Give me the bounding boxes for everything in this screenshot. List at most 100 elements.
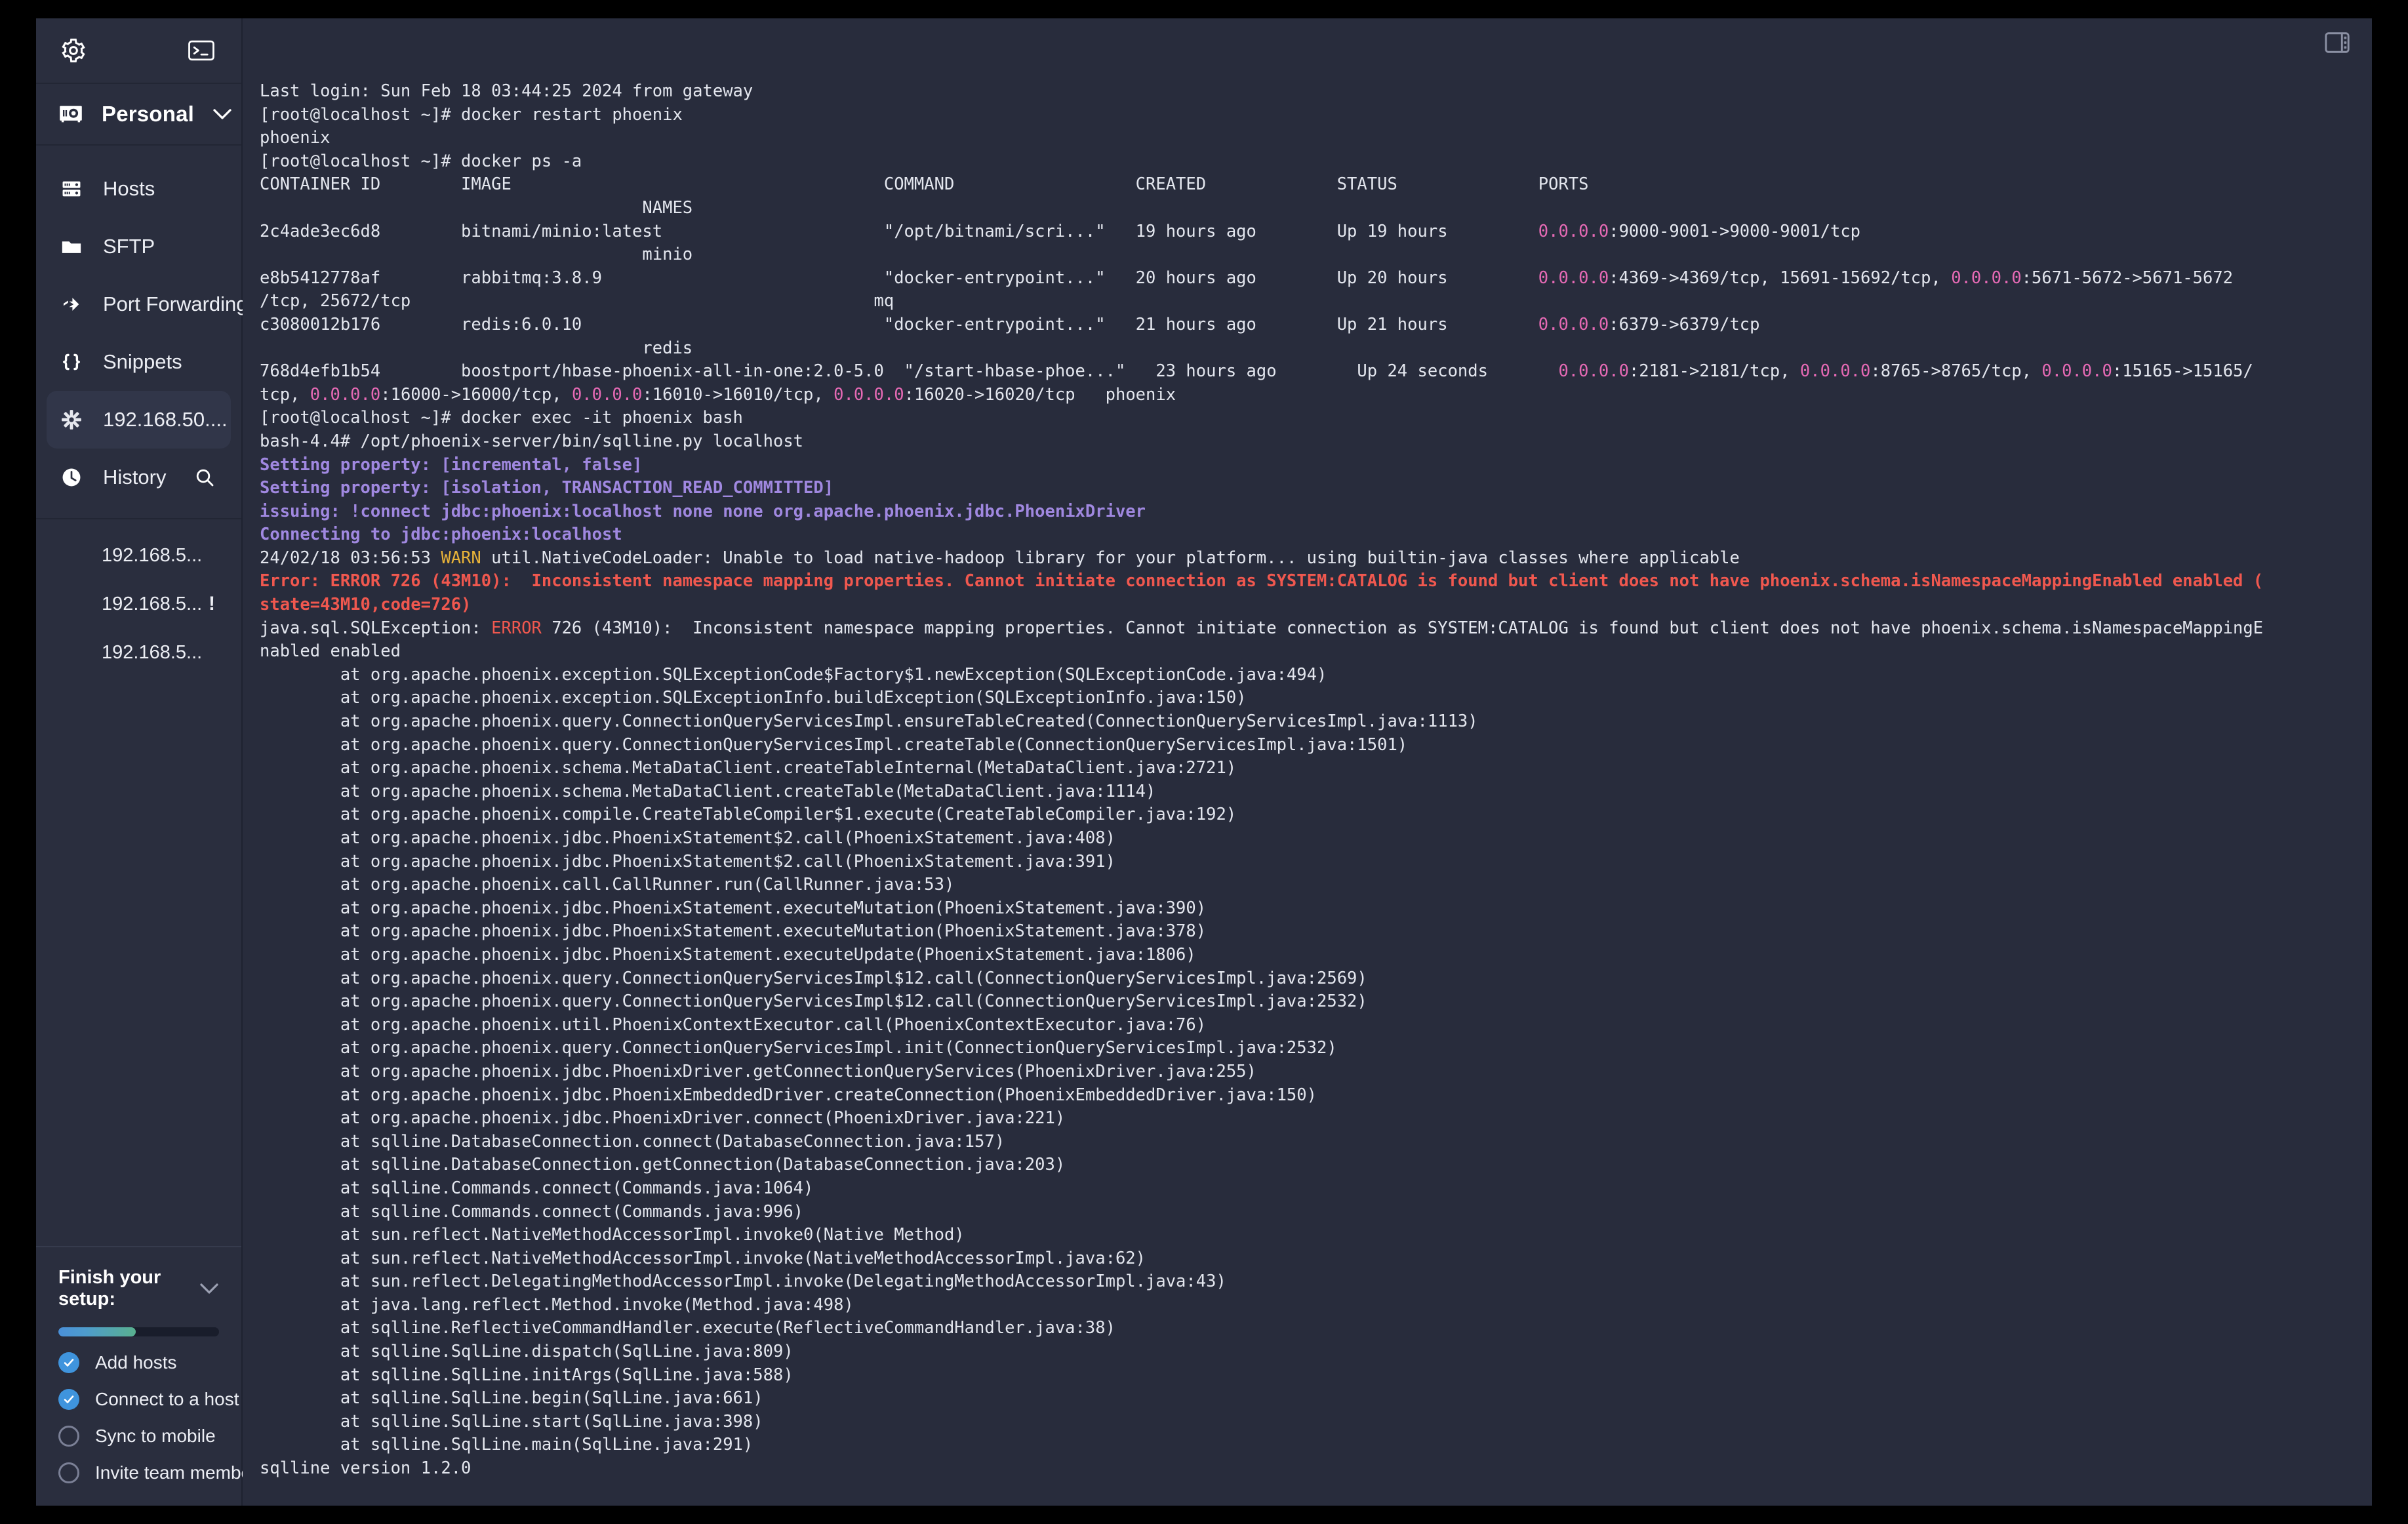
- setup-task-sync-to-mobile[interactable]: Sync to mobile: [58, 1426, 219, 1447]
- terminal-text: NAMES: [260, 197, 693, 218]
- app-window: Personal Hosts SFTP Port Forwarding Snip…: [36, 18, 2372, 1506]
- terminal-line: at org.apache.phoenix.util.PhoenixContex…: [260, 1014, 2372, 1037]
- terminal-line: nabled enabled: [260, 640, 2372, 664]
- terminal-line: at org.apache.phoenix.jdbc.PhoenixStatem…: [260, 851, 2372, 874]
- terminal-line: issuing: !connect jdbc:phoenix:localhost…: [260, 500, 2372, 524]
- terminal-text: java.sql.SQLException:: [260, 618, 492, 638]
- terminal-text: c3080012b176 redis:6.0.10 "docker-entryp…: [260, 314, 1538, 334]
- terminal-text: 726 (43M10): Inconsistent namespace mapp…: [541, 618, 2264, 638]
- terminal-line: at sqlline.Commands.connect(Commands.jav…: [260, 1201, 2372, 1224]
- chevron-down-icon[interactable]: [212, 103, 232, 125]
- sidebar-toolbar: [36, 18, 241, 84]
- terminal-text: ERROR: [491, 618, 542, 638]
- terminal-text: [root@localhost ~]# docker exec -it phoe…: [260, 408, 743, 428]
- terminal-line: tcp, 0.0.0.0:16000->16000/tcp, 0.0.0.0:1…: [260, 384, 2372, 407]
- terminal-line: 24/02/18 03:56:53 WARN util.NativeCodeLo…: [260, 547, 2372, 571]
- vault-selector[interactable]: Personal: [36, 84, 241, 146]
- terminal-line: at org.apache.phoenix.query.ConnectionQu…: [260, 734, 2372, 757]
- terminal-output[interactable]: Last login: Sun Feb 18 03:44:25 2024 fro…: [243, 70, 2372, 1506]
- terminal-text: :16000->16000/tcp,: [380, 384, 572, 405]
- list-item[interactable]: 192.168.5...: [47, 531, 231, 580]
- terminal-line: at org.apache.phoenix.exception.SQLExcep…: [260, 687, 2372, 710]
- terminal-icon[interactable]: [186, 35, 216, 66]
- terminal-line: at java.lang.reflect.Method.invoke(Metho…: [260, 1294, 2372, 1317]
- terminal-line: at sun.reflect.NativeMethodAccessorImpl.…: [260, 1224, 2372, 1247]
- terminal-text: at sqlline.SqlLine.main(SqlLine.java:291…: [260, 1435, 753, 1455]
- terminal-text: 0.0.0.0: [310, 384, 381, 405]
- terminal-line: at org.apache.phoenix.jdbc.PhoenixEmbedd…: [260, 1084, 2372, 1108]
- terminal-text: at org.apache.phoenix.query.ConnectionQu…: [260, 734, 1408, 755]
- list-item[interactable]: 192.168.5... !: [47, 580, 231, 628]
- terminal-text: Last login: Sun Feb 18 03:44:25 2024 fro…: [260, 81, 753, 101]
- terminal-line: at org.apache.phoenix.query.ConnectionQu…: [260, 967, 2372, 991]
- sidebar-item-hosts[interactable]: Hosts: [47, 160, 231, 218]
- setup-task-connect-to-a-host[interactable]: Connect to a host: [58, 1389, 239, 1410]
- terminal-line: bash-4.4# /opt/phoenix-server/bin/sqllin…: [260, 430, 2372, 454]
- sidebar-item-sftp[interactable]: SFTP: [47, 218, 231, 275]
- terminal-text: 0.0.0.0: [1538, 314, 1609, 334]
- terminal-text: at org.apache.phoenix.query.ConnectionQu…: [260, 968, 1367, 988]
- sidebar-nav: Hosts SFTP Port Forwarding Snippets 192.…: [36, 146, 248, 506]
- sidebar-item-snippets[interactable]: Snippets: [47, 333, 231, 391]
- terminal-text: at sqlline.SqlLine.dispatch(SqlLine.java…: [260, 1342, 793, 1362]
- terminal-line: redis: [260, 337, 2372, 361]
- check-icon: [58, 1389, 79, 1410]
- terminal-text: :5671-5672->5671-5672: [2021, 268, 2234, 288]
- setup-task-label: Invite team members: [95, 1462, 267, 1483]
- terminal-text: at sun.reflect.NativeMethodAccessorImpl.…: [260, 1248, 1146, 1268]
- terminal-text: sqlline version 1.2.0: [260, 1458, 472, 1479]
- sidebar-item-history[interactable]: History: [47, 449, 231, 506]
- terminal-line: Error: ERROR 726 (43M10): Inconsistent n…: [260, 570, 2372, 593]
- split-panel-icon[interactable]: [2325, 31, 2350, 56]
- sidebar-item-port-forwarding[interactable]: Port Forwarding: [47, 275, 248, 333]
- terminal-line: at sqlline.SqlLine.dispatch(SqlLine.java…: [260, 1340, 2372, 1364]
- terminal-text: 0.0.0.0: [2041, 361, 2112, 382]
- setup-task-invite-team-members[interactable]: Invite team members: [58, 1462, 266, 1483]
- sidebar-item-192-168-50[interactable]: 192.168.50....: [47, 391, 231, 449]
- sidebar: Personal Hosts SFTP Port Forwarding Snip…: [36, 18, 266, 1506]
- terminal-line: at sqlline.ReflectiveCommandHandler.exec…: [260, 1317, 2372, 1340]
- terminal-text: nabled enabled: [260, 641, 401, 662]
- terminal-line: at sqlline.SqlLine.begin(SqlLine.java:66…: [260, 1387, 2372, 1411]
- terminal-line: sqlline version 1.2.0: [260, 1457, 2372, 1481]
- terminal-line: at sun.reflect.DelegatingMethodAccessorI…: [260, 1270, 2372, 1294]
- terminal-text: at sqlline.DatabaseConnection.connect(Da…: [260, 1131, 1005, 1152]
- gear-icon[interactable]: [58, 35, 89, 66]
- sidebar-item-label: Snippets: [103, 350, 182, 373]
- terminal-text: at org.apache.phoenix.util.PhoenixContex…: [260, 1014, 1207, 1035]
- history-item-label: 192.168.5...: [102, 641, 203, 663]
- terminal-text: at sun.reflect.NativeMethodAccessorImpl.…: [260, 1225, 965, 1245]
- history-item-badge: !: [209, 593, 215, 614]
- terminal-line: at sqlline.SqlLine.start(SqlLine.java:39…: [260, 1411, 2372, 1434]
- terminal-text: at sqlline.DatabaseConnection.getConnect…: [260, 1155, 1066, 1175]
- terminal-text: at org.apache.phoenix.jdbc.PhoenixDriver…: [260, 1061, 1256, 1081]
- terminal-line: at org.apache.phoenix.query.ConnectionQu…: [260, 710, 2372, 734]
- terminal-text: at org.apache.phoenix.jdbc.PhoenixStatem…: [260, 944, 1196, 965]
- terminal-toolbar: [243, 18, 2372, 70]
- sidebar-item-label: Port Forwarding: [103, 292, 248, 315]
- terminal-line: e8b5412778af rabbitmq:3.8.9 "docker-entr…: [260, 267, 2372, 291]
- terminal-line: minio: [260, 243, 2372, 267]
- terminal-line: at sqlline.SqlLine.initArgs(SqlLine.java…: [260, 1364, 2372, 1388]
- server-icon: [58, 176, 85, 202]
- terminal-text: :15165->15165/: [2112, 361, 2253, 382]
- terminal-line: [root@localhost ~]# docker ps -a: [260, 150, 2372, 174]
- terminal-text: :8765->8765/tcp,: [1870, 361, 2042, 382]
- braces-icon: [58, 349, 85, 375]
- arrows-right-icon: [58, 291, 85, 317]
- terminal-line: java.sql.SQLException: ERROR 726 (43M10)…: [260, 617, 2372, 641]
- terminal-line: Connecting to jdbc:phoenix:localhost: [260, 523, 2372, 547]
- search-icon[interactable]: [191, 464, 218, 491]
- chevron-down-icon[interactable]: [199, 1277, 219, 1300]
- terminal-text: CONTAINER ID IMAGE COMMAND CREATED STATU…: [260, 174, 1589, 195]
- setup-header[interactable]: Finish your setup:: [58, 1267, 219, 1310]
- terminal-line: at org.apache.phoenix.exception.SQLExcep…: [260, 664, 2372, 687]
- history-item-label: 192.168.5...: [102, 593, 203, 614]
- setup-task-add-hosts[interactable]: Add hosts: [58, 1352, 219, 1373]
- list-item[interactable]: 192.168.5...: [47, 628, 231, 677]
- terminal-text: at org.apache.phoenix.jdbc.PhoenixStatem…: [260, 851, 1115, 872]
- terminal-text: :9000-9001->9000-9001/tcp: [1609, 221, 1861, 241]
- terminal-line: at org.apache.phoenix.schema.MetaDataCli…: [260, 780, 2372, 804]
- terminal-text: at org.apache.phoenix.jdbc.PhoenixStatem…: [260, 828, 1115, 848]
- terminal-text: at org.apache.phoenix.call.CallRunner.ru…: [260, 875, 955, 895]
